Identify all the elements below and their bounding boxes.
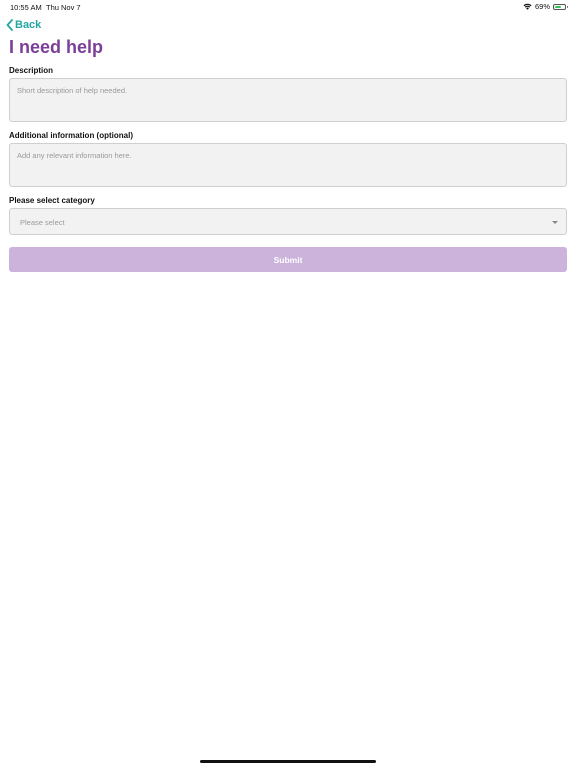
battery-percent: 69% (534, 2, 550, 11)
back-button[interactable]: Back (6, 19, 41, 31)
back-label: Back (15, 19, 42, 31)
category-label: Please select category (9, 196, 95, 205)
additional-info-input[interactable] (9, 143, 567, 187)
description-label: Description (9, 66, 54, 75)
page-title: I need help (9, 37, 104, 57)
status-time: 10:55 AM (10, 3, 42, 12)
home-indicator[interactable] (200, 760, 376, 763)
wifi-icon (523, 3, 532, 10)
chevron-left-icon (6, 19, 15, 31)
status-indicators: 69% (523, 2, 568, 11)
status-bar: 10:55 AM Thu Nov 7 69% (0, 0, 576, 14)
submit-button[interactable]: Submit (9, 247, 567, 272)
category-selected-value: Please select (20, 218, 65, 227)
additional-info-label: Additional information (optional) (9, 131, 133, 140)
battery-fill (555, 5, 561, 8)
battery-icon (553, 3, 568, 10)
chevron-down-icon (552, 221, 558, 224)
description-input[interactable] (9, 78, 567, 122)
category-select[interactable]: Please select (9, 208, 567, 235)
status-date: Thu Nov 7 (46, 3, 81, 12)
